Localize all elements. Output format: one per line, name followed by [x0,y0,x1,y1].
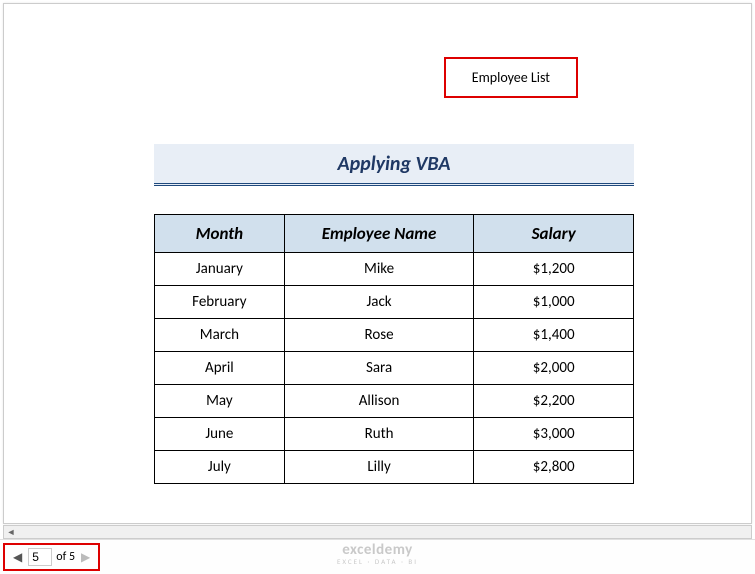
cell-name: Jack [284,286,474,319]
cell-name: Rose [284,319,474,352]
cell-salary: $2,200 [474,385,634,418]
page-number-input[interactable] [28,548,52,566]
cell-name: Sara [284,352,474,385]
col-header-month: Month [155,215,285,253]
table-header-row: Month Employee Name Salary [155,215,634,253]
page-title: Applying VBA [337,152,450,176]
table-row: April Sara $2,000 [155,352,634,385]
table-row: March Rose $1,400 [155,319,634,352]
watermark-sub: EXCEL · DATA · BI [337,558,418,565]
cell-name: Lilly [284,451,474,484]
cell-salary: $2,000 [474,352,634,385]
page-content: Employee List Applying VBA Month Employe… [29,19,726,523]
cell-name: Mike [284,253,474,286]
table-row: May Allison $2,200 [155,385,634,418]
title-band: Applying VBA [154,144,634,186]
cell-month: March [155,319,285,352]
cell-salary: $2,800 [474,451,634,484]
col-header-salary: Salary [474,215,634,253]
page-navigator: ◀ of 5 ▶ [3,543,100,571]
watermark-main: exceldemy [337,543,418,558]
cell-name: Allison [284,385,474,418]
col-header-name: Employee Name [284,215,474,253]
page-total-label: of 5 [56,550,75,564]
watermark: exceldemy EXCEL · DATA · BI [337,543,418,565]
table-row: February Jack $1,000 [155,286,634,319]
header-label: Employee List [444,57,578,98]
table-row: July Lilly $2,800 [155,451,634,484]
cell-salary: $1,400 [474,319,634,352]
cell-month: April [155,352,285,385]
cell-month: January [155,253,285,286]
next-page-icon[interactable]: ▶ [77,550,94,565]
horizontal-scrollbar[interactable]: ◄ [3,525,752,539]
employee-table: Month Employee Name Salary January Mike … [154,214,634,484]
cell-name: Ruth [284,418,474,451]
cell-salary: $1,200 [474,253,634,286]
table-row: June Ruth $3,000 [155,418,634,451]
cell-month: February [155,286,285,319]
status-bar: ◀ of 5 ▶ exceldemy EXCEL · DATA · BI [0,539,755,574]
cell-salary: $3,000 [474,418,634,451]
prev-page-icon[interactable]: ◀ [9,550,26,565]
table-row: January Mike $1,200 [155,253,634,286]
cell-month: June [155,418,285,451]
scroll-left-icon[interactable]: ◄ [4,526,18,538]
print-preview-page: Employee List Applying VBA Month Employe… [3,3,752,524]
cell-month: July [155,451,285,484]
cell-month: May [155,385,285,418]
cell-salary: $1,000 [474,286,634,319]
